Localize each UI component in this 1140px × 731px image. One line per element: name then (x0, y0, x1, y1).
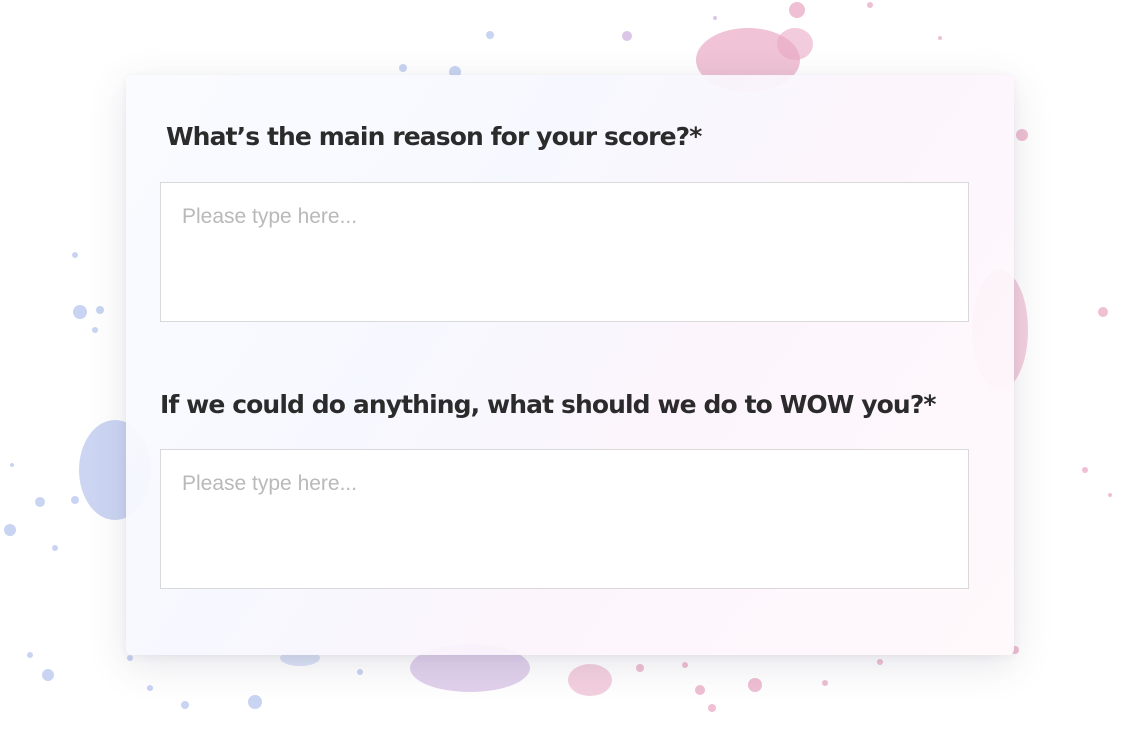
paint-droplet (486, 31, 494, 39)
paint-droplet (695, 685, 705, 695)
question-main-reason-label: What’s the main reason for your score?* (166, 122, 702, 151)
main-reason-answer-field[interactable] (160, 182, 969, 322)
paint-droplet (1082, 467, 1088, 473)
paint-droplet (713, 16, 717, 20)
paint-droplet (42, 669, 54, 681)
paint-droplet (35, 497, 45, 507)
paint-droplet (708, 704, 716, 712)
paint-droplet (1108, 493, 1112, 497)
paint-droplet (1016, 129, 1028, 141)
paint-droplet (938, 36, 942, 40)
paint-droplet (789, 2, 805, 18)
paint-droplet (181, 701, 189, 709)
paint-droplet (748, 678, 762, 692)
paint-droplet (248, 695, 262, 709)
paint-droplet (10, 463, 14, 467)
paint-droplet (92, 327, 98, 333)
paint-droplet (1098, 307, 1108, 317)
paint-droplet (867, 2, 873, 8)
paint-blob (777, 28, 813, 60)
survey-form-card: What’s the main reason for your score?* … (126, 75, 1014, 655)
paint-droplet (682, 662, 688, 668)
paint-droplet (4, 524, 16, 536)
paint-droplet (636, 664, 644, 672)
paint-droplet (822, 680, 828, 686)
question-wow-label: If we could do anything, what should we … (160, 390, 937, 419)
paint-droplet (96, 306, 104, 314)
paint-droplet (72, 252, 78, 258)
paint-droplet (73, 305, 87, 319)
paint-droplet (71, 496, 79, 504)
paint-droplet (127, 655, 133, 661)
paint-droplet (147, 685, 153, 691)
paint-droplet (877, 659, 883, 665)
paint-droplet (399, 64, 407, 72)
paint-droplet (52, 545, 58, 551)
paint-blob (568, 664, 612, 696)
paint-droplet (27, 652, 33, 658)
paint-droplet (357, 669, 363, 675)
wow-answer-field[interactable] (160, 449, 969, 589)
paint-droplet (622, 31, 632, 41)
